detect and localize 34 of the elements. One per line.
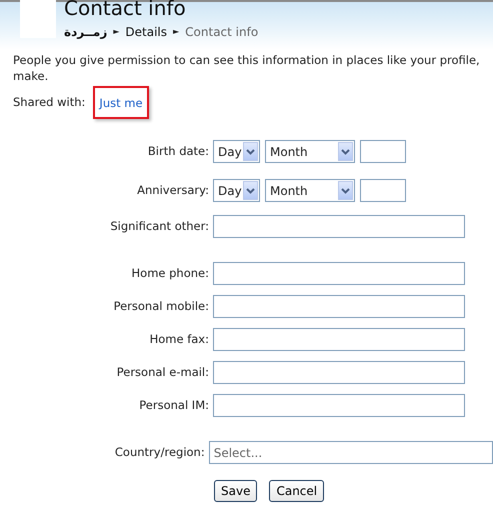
field-label: Anniversary: bbox=[136, 182, 210, 200]
text-field[interactable] bbox=[213, 394, 465, 418]
shared-with-label: Shared with: bbox=[13, 94, 86, 111]
year-field[interactable] bbox=[360, 140, 406, 164]
field-label: Personal mobile: bbox=[112, 298, 210, 316]
breadcrumb-separator: ► bbox=[113, 26, 120, 38]
field-label: Home fax: bbox=[148, 331, 210, 348]
field-label: Personal e-mail: bbox=[116, 364, 210, 382]
sharing-link[interactable]: Just me bbox=[99, 96, 143, 110]
field-label: Home phone: bbox=[130, 265, 210, 282]
year-field[interactable] bbox=[360, 179, 406, 202]
text-field[interactable] bbox=[213, 215, 465, 238]
intro-paragraph: People you give permission to can see this information in places like your profile, make. bbox=[12, 52, 481, 84]
profile-picture-placeholder bbox=[20, 0, 56, 38]
day-dropdown[interactable]: Day bbox=[213, 179, 260, 202]
field-label: Country/region: bbox=[114, 444, 206, 462]
breadcrumb-separator: ► bbox=[173, 26, 180, 38]
text-field[interactable] bbox=[213, 295, 465, 318]
country-dropdown[interactable]: Select... bbox=[208, 441, 493, 464]
field-label: Personal IM: bbox=[138, 397, 210, 414]
page-title: Contact info bbox=[64, 0, 187, 17]
text-field[interactable] bbox=[213, 361, 465, 384]
day-dropdown[interactable]: Day bbox=[213, 140, 260, 164]
field-label: Birth date: bbox=[146, 143, 210, 160]
cancel-button[interactable]: Cancel bbox=[269, 480, 324, 502]
text-field[interactable] bbox=[213, 262, 465, 286]
breadcrumb-link[interactable]: زمــردة bbox=[64, 23, 108, 41]
month-dropdown[interactable]: Month bbox=[265, 179, 355, 202]
field-label: Significant other: bbox=[109, 218, 210, 236]
text-field[interactable] bbox=[213, 328, 465, 352]
save-button[interactable]: Save bbox=[214, 480, 258, 502]
breadcrumb-current: Contact info bbox=[185, 24, 258, 41]
month-dropdown[interactable]: Month bbox=[265, 140, 355, 164]
breadcrumb-link[interactable]: Details bbox=[125, 23, 168, 41]
